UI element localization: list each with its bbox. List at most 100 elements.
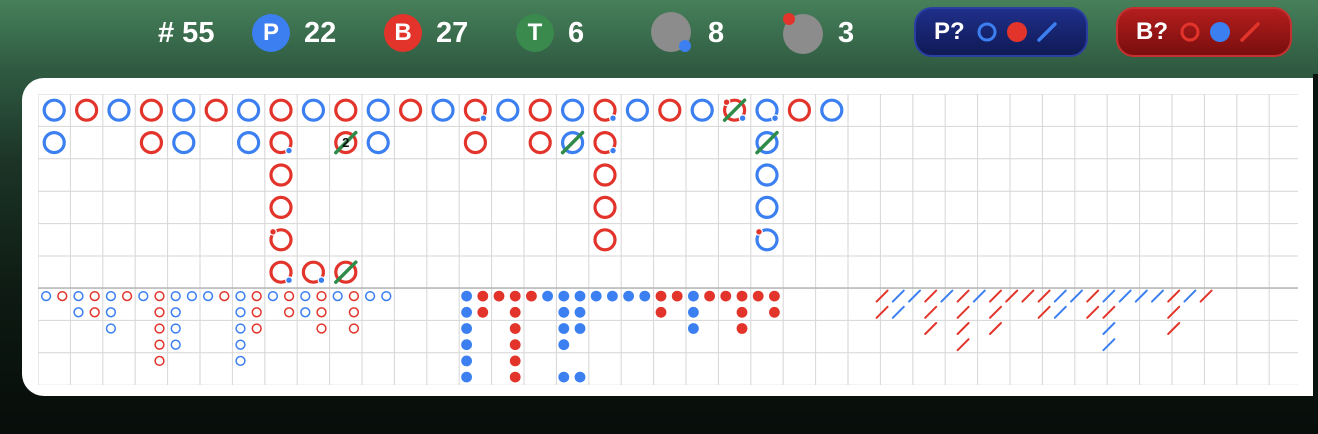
- big-eye-boy-mark: [105, 290, 117, 302]
- player-badge-icon: P: [252, 14, 290, 52]
- cockroach-road-mark: [1102, 322, 1116, 335]
- banker-pair-dot: [722, 98, 731, 107]
- player-pair-dot: [771, 114, 779, 123]
- grid-lines: [38, 94, 1298, 385]
- player-ring: [237, 98, 261, 122]
- big-eye-boy-mark: [154, 290, 165, 302]
- small-road-mark: [736, 290, 748, 302]
- small-road-mark: [623, 290, 634, 302]
- big-road-mark: [366, 98, 390, 122]
- player-pair-icon: [651, 12, 691, 52]
- big-road-mark: [593, 163, 617, 187]
- small-road-mark: [493, 290, 505, 302]
- cockroach-road-mark: [1167, 322, 1181, 335]
- cockroach-road-mark: [1086, 305, 1100, 319]
- blue-ring-icon: [977, 22, 997, 42]
- big-eye-boy-mark: [105, 307, 117, 318]
- banker-ring: [139, 98, 164, 122]
- big-eye-boy-mark: [186, 290, 198, 302]
- big-eye-boy-mark: [235, 290, 246, 302]
- roadmap-grid: 2: [38, 94, 1298, 385]
- small-road-mark: [558, 339, 570, 351]
- player-stat: P 22: [252, 10, 336, 56]
- small-road-mark: [590, 290, 602, 302]
- small-road-mark: [639, 290, 651, 302]
- big-eye-boy-mark: [105, 323, 117, 334]
- small-road-mark: [509, 339, 521, 351]
- big-eye-boy-mark: [154, 339, 165, 350]
- big-road-mark: [722, 98, 747, 123]
- cockroach-road-mark: [1037, 305, 1051, 319]
- big-eye-boy-mark: [89, 307, 100, 318]
- big-road-mark: [625, 98, 650, 122]
- round-number: # 55: [158, 16, 215, 49]
- banker-ring: [528, 98, 552, 122]
- big-eye-boy-mark: [316, 307, 327, 318]
- player-ring: [237, 130, 261, 155]
- big-road-mark: [139, 98, 164, 122]
- red-ring-icon: [1180, 22, 1200, 42]
- big-road-mark: [755, 227, 779, 252]
- big-eye-boy-mark: [364, 290, 376, 302]
- player-ring: [366, 130, 390, 155]
- big-road-mark: [237, 130, 261, 155]
- big-eye-boy-mark: [170, 323, 181, 334]
- small-road-mark: [769, 306, 780, 318]
- small-road-mark: [509, 371, 521, 383]
- predict-player-button[interactable]: P?: [914, 7, 1088, 57]
- red-slash-icon: [1240, 22, 1260, 42]
- cockroach-road-mark: [989, 305, 1002, 319]
- big-road-mark: [593, 195, 617, 220]
- player-pair-stat: 8: [650, 10, 724, 56]
- small-road-mark: [736, 306, 748, 318]
- cockroach-road-mark: [1037, 289, 1051, 303]
- small-road-mark: [509, 323, 521, 334]
- small-road-mark: [461, 306, 472, 318]
- big-eye-boy-road: [40, 290, 392, 367]
- small-road-mark: [671, 290, 683, 302]
- small-road-mark: [509, 306, 521, 318]
- small-road-mark: [558, 290, 570, 302]
- banker-ring: [593, 163, 617, 187]
- big-eye-boy-mark: [235, 339, 246, 350]
- player-ring: [172, 98, 196, 122]
- big-eye-boy-mark: [73, 307, 84, 318]
- small-road-mark: [509, 355, 521, 367]
- big-road-mark: [560, 98, 585, 122]
- predict-banker-button[interactable]: B?: [1116, 7, 1292, 57]
- big-road-mark: [463, 130, 487, 155]
- small-road-mark: [477, 290, 489, 302]
- predict-banker-label: B?: [1136, 18, 1168, 45]
- cockroach-road-mark: [875, 289, 889, 303]
- player-ring: [431, 98, 455, 122]
- banker-ring: [74, 98, 99, 122]
- cockroach-road-mark: [1102, 305, 1116, 319]
- player-ring: [820, 98, 844, 122]
- stats-bar: # 55 P 22 B 27 T 6 8 3 P? B?: [0, 0, 1318, 66]
- cockroach-road-mark: [989, 289, 1002, 303]
- big-road-mark: [787, 98, 812, 122]
- banker-stat: B 27: [384, 10, 468, 56]
- big-road-mark: [139, 130, 164, 155]
- banker-pair-count: 3: [838, 16, 855, 49]
- small-road-mark: [461, 339, 472, 351]
- banker-ring: [787, 98, 812, 122]
- small-road-mark: [574, 371, 586, 383]
- banker-ring: [399, 98, 423, 122]
- big-eye-boy-mark: [316, 290, 327, 302]
- big-eye-boy-mark: [154, 307, 165, 318]
- cockroach-road-mark: [908, 289, 921, 303]
- player-ring: [107, 98, 131, 122]
- big-eye-boy-mark: [235, 307, 246, 318]
- tie-count: 2: [342, 135, 349, 150]
- big-road-mark: [755, 195, 779, 220]
- big-road-mark: [593, 98, 617, 123]
- big-eye-boy-mark: [316, 323, 327, 334]
- cockroach-road-mark: [1167, 305, 1181, 319]
- big-road-mark: 2: [334, 130, 358, 155]
- cockroach-road-mark: [1134, 289, 1148, 303]
- player-ring: [366, 98, 390, 122]
- small-road-mark: [688, 323, 699, 334]
- big-eye-boy-mark: [251, 323, 262, 334]
- big-road-mark: [334, 98, 358, 122]
